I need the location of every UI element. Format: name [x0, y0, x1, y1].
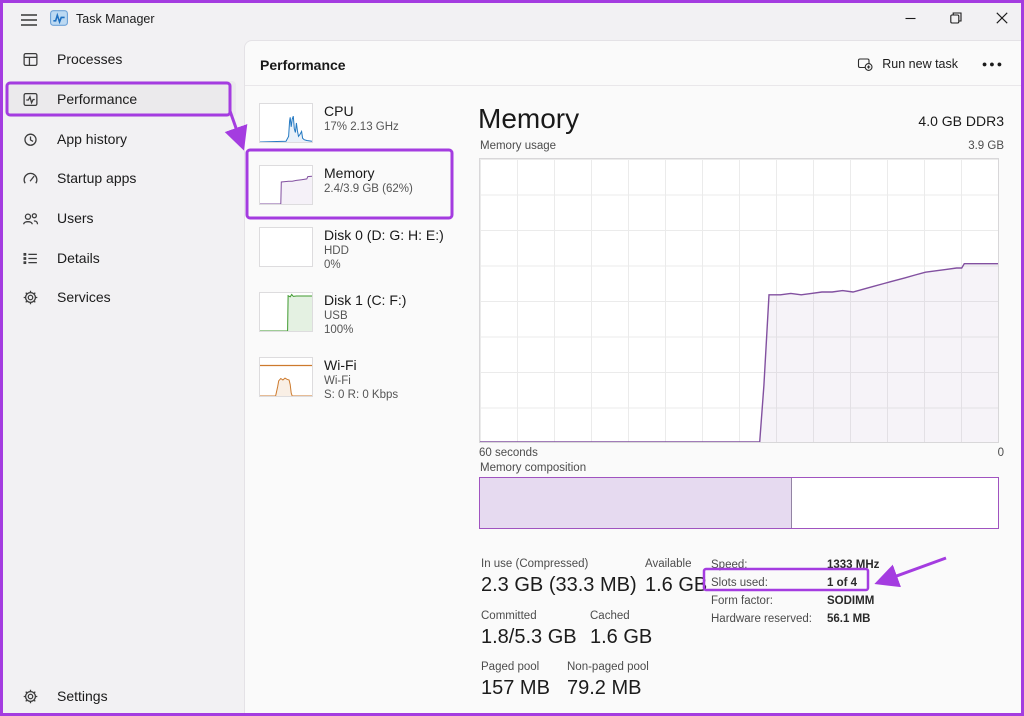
memory-composition-bar: [479, 477, 999, 529]
perf-item-detail: 2.4/3.9 GB (62%): [324, 182, 413, 196]
details-icon: [22, 250, 39, 267]
processes-icon: [22, 51, 39, 68]
restore-icon: [950, 12, 962, 24]
titlebar: Task Manager: [0, 0, 1024, 40]
startup-apps-icon: [22, 170, 39, 187]
sidebar-item-label: Details: [57, 250, 100, 266]
pane-title: Performance: [260, 57, 346, 73]
detail-value: 56.1 MB: [827, 613, 870, 625]
services-icon: [22, 289, 39, 306]
memory-usage-label: Memory usage: [480, 140, 556, 152]
memory-pane-title: Memory: [478, 103, 579, 135]
stat-value: 79.2 MB: [567, 677, 641, 700]
perf-list-item-disk1[interactable]: Disk 1 (C: F:) USB 100%: [259, 292, 469, 337]
perf-item-title: Disk 0 (D: G: H: E:): [324, 227, 444, 244]
performance-icon: [22, 91, 39, 108]
settings-gear-icon: [22, 688, 39, 705]
perf-item-title: Wi-Fi: [324, 357, 398, 374]
navigation-menu-button[interactable]: [14, 8, 44, 32]
stat-label: Non-paged pool: [567, 661, 649, 673]
stat-value: 2.3 GB (33.3 MB): [481, 574, 637, 597]
sidebar-item-label: Settings: [57, 688, 108, 704]
memory-composition-label: Memory composition: [480, 462, 586, 474]
perf-item-detail: Wi-Fi: [324, 374, 398, 388]
stat-label: In use (Compressed): [481, 558, 588, 570]
memory-usage-graph: [479, 158, 999, 443]
perf-list-item-cpu[interactable]: CPU 17% 2.13 GHz: [259, 103, 469, 143]
x-axis-right-label: 0: [998, 447, 1004, 459]
detail-label: Hardware reserved:: [711, 613, 812, 625]
stat-label: Committed: [481, 610, 537, 622]
sidebar-item-app-history[interactable]: App history: [8, 121, 236, 157]
perf-item-title: CPU: [324, 103, 399, 120]
perf-item-detail: 17% 2.13 GHz: [324, 120, 399, 134]
cpu-mini-graph: [259, 103, 313, 143]
sidebar-nav: Processes Performance App history Startu…: [0, 40, 244, 716]
memory-usage-max: 3.9 GB: [968, 140, 1004, 152]
task-manager-window: Task Manager Processes Performance App h…: [0, 0, 1024, 716]
perf-item-detail: HDD: [324, 244, 444, 258]
close-icon: [996, 12, 1008, 24]
minimize-button[interactable]: [888, 0, 932, 36]
minimize-icon: [905, 13, 916, 24]
wifi-mini-graph: [259, 357, 313, 397]
sidebar-item-label: Users: [57, 210, 94, 226]
detail-value: 1 of 4: [827, 577, 857, 589]
sidebar-item-services[interactable]: Services: [8, 279, 236, 315]
perf-item-detail: 100%: [324, 323, 406, 337]
task-manager-app-icon: [50, 9, 68, 27]
run-new-task-label: Run new task: [882, 57, 958, 71]
more-options-button[interactable]: ●●●: [978, 53, 1008, 75]
perf-list-item-disk0[interactable]: Disk 0 (D: G: H: E:) HDD 0%: [259, 227, 469, 272]
app-history-icon: [22, 131, 39, 148]
sidebar-item-performance[interactable]: Performance: [8, 81, 236, 117]
sidebar-item-startup-apps[interactable]: Startup apps: [8, 160, 236, 196]
sidebar-item-processes[interactable]: Processes: [8, 41, 236, 77]
perf-item-detail: S: 0 R: 0 Kbps: [324, 388, 398, 402]
disk0-mini-graph: [259, 227, 313, 267]
perf-list-item-wifi[interactable]: Wi-Fi Wi-Fi S: 0 R: 0 Kbps: [259, 357, 469, 402]
sidebar-item-details[interactable]: Details: [8, 240, 236, 276]
header-divider: [245, 85, 1024, 86]
disk1-mini-graph: [259, 292, 313, 332]
perf-list-item-memory[interactable]: Memory 2.4/3.9 GB (62%): [259, 165, 469, 205]
run-new-task-icon: [857, 56, 873, 72]
hamburger-icon: [21, 13, 37, 27]
ellipsis-icon: ●●●: [982, 59, 1004, 69]
memory-in-use-segment: [480, 478, 792, 528]
perf-item-detail: 0%: [324, 258, 444, 272]
stat-value: 1.8/5.3 GB: [481, 626, 577, 649]
detail-label: Form factor:: [711, 595, 773, 607]
stat-value: 157 MB: [481, 677, 550, 700]
stat-label: Available: [645, 558, 691, 570]
perf-item-title: Disk 1 (C: F:): [324, 292, 406, 309]
sidebar-item-label: Processes: [57, 51, 122, 67]
stat-value: 1.6 GB: [590, 626, 652, 649]
perf-item-detail: USB: [324, 309, 406, 323]
perf-item-title: Memory: [324, 165, 413, 182]
detail-label: Slots used:: [711, 577, 768, 589]
performance-pane: Performance Run new task ●●● CPU 1: [244, 40, 1024, 716]
detail-value: SODIMM: [827, 595, 874, 607]
users-icon: [22, 210, 39, 227]
sidebar-item-users[interactable]: Users: [8, 200, 236, 236]
run-new-task-button[interactable]: Run new task: [849, 51, 966, 77]
sidebar-item-label: App history: [57, 131, 127, 147]
close-button[interactable]: [980, 0, 1024, 36]
stat-value: 1.6 GB: [645, 574, 707, 597]
memory-capacity: 4.0 GB DDR3: [918, 113, 1004, 129]
x-axis-left-label: 60 seconds: [479, 447, 538, 459]
sidebar-item-settings[interactable]: Settings: [8, 678, 236, 714]
stat-label: Cached: [590, 610, 630, 622]
memory-mini-graph: [259, 165, 313, 205]
detail-label: Speed:: [711, 559, 747, 571]
sidebar-item-label: Performance: [57, 91, 137, 107]
detail-value: 1333 MHz: [827, 559, 879, 571]
sidebar-item-label: Services: [57, 289, 111, 305]
sidebar-item-label: Startup apps: [57, 170, 136, 186]
stat-label: Paged pool: [481, 661, 539, 673]
restore-button[interactable]: [934, 0, 978, 36]
window-title: Task Manager: [76, 12, 155, 26]
